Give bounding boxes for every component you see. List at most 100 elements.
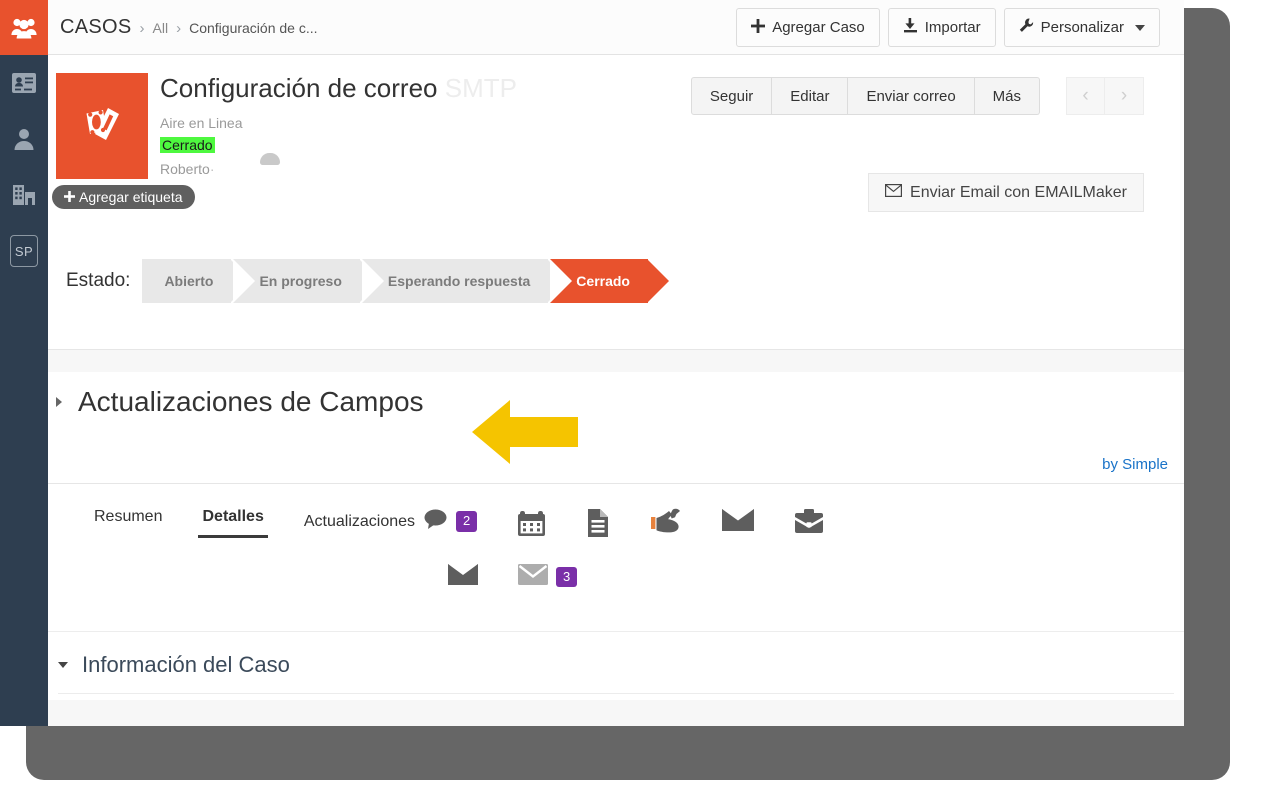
- plus-icon: [64, 189, 75, 205]
- pipeline-label: Estado:: [66, 270, 131, 291]
- next-record-button[interactable]: ›: [1105, 77, 1144, 115]
- import-icon: [903, 18, 918, 37]
- tab-detalles[interactable]: Detalles: [182, 498, 283, 542]
- tab-calendar[interactable]: [497, 498, 566, 559]
- import-label: Importar: [924, 19, 981, 36]
- pipeline-step-abierto[interactable]: Abierto: [142, 259, 253, 303]
- record-owner: Roberto·: [160, 161, 214, 177]
- tab-actualizaciones-label: Actualizaciones: [303, 512, 416, 530]
- service-tools-icon: [650, 508, 682, 541]
- screen: SP CASOS › All › Configuración de c... A…: [0, 0, 1282, 792]
- record-header: Configuración de correo SMTP Aire en Lin…: [48, 55, 1184, 350]
- envelope-dark-icon: [448, 563, 478, 591]
- field-updates-title: Actualizaciones de Campos: [78, 386, 424, 417]
- send-email-button[interactable]: Enviar correo: [848, 77, 975, 115]
- content-area: CASOS › All › Configuración de c... Agre…: [48, 0, 1184, 726]
- breadcrumb-separator: ›: [139, 19, 145, 37]
- top-actions: Agregar Caso Importar Personalizar: [736, 8, 1160, 47]
- envelope-light-badge: 3: [556, 566, 578, 588]
- add-tag-button[interactable]: Agregar etiqueta: [52, 185, 195, 209]
- add-case-button[interactable]: Agregar Caso: [736, 8, 880, 47]
- tab-envelope[interactable]: [702, 498, 774, 553]
- status-badge: Cerrado: [160, 137, 215, 153]
- add-tag-label: Agregar etiqueta: [79, 189, 183, 205]
- pipeline-step-en-progreso[interactable]: En progreso: [233, 259, 382, 303]
- building-icon: [11, 184, 37, 206]
- tab-resumen-label: Resumen: [94, 508, 163, 525]
- field-updates-header[interactable]: Actualizaciones de Campos: [56, 386, 424, 418]
- sidebar-item-leads[interactable]: [0, 111, 48, 167]
- tab-actualizaciones[interactable]: Actualizaciones 2: [284, 498, 497, 551]
- customize-label: Personalizar: [1040, 19, 1124, 36]
- customize-button[interactable]: Personalizar: [1003, 8, 1160, 47]
- sidebar-item-accounts[interactable]: [0, 167, 48, 223]
- case-info-section: Información del Caso: [48, 632, 1184, 700]
- actualizaciones-badge: 2: [456, 511, 478, 532]
- sidebar-item-contacts[interactable]: [0, 55, 48, 111]
- pipeline-step-esperando-respuesta[interactable]: Esperando respuesta: [361, 259, 570, 303]
- more-label: Más: [992, 87, 1021, 105]
- calendar-icon: [517, 508, 546, 543]
- status-pipeline: Estado: Abierto En progreso Esperando re…: [66, 259, 669, 303]
- breadcrumb-current: Configuración de c...: [189, 19, 318, 36]
- group-people-icon: [11, 17, 37, 39]
- tab-row-primary: Resumen Detalles Actualizaciones 2: [48, 484, 1184, 559]
- tab-section: Resumen Detalles Actualizaciones 2 3: [48, 484, 1184, 632]
- by-simple-link[interactable]: by Simple: [1102, 456, 1168, 473]
- tab-resumen[interactable]: Resumen: [74, 498, 182, 542]
- plus-icon: [751, 18, 766, 37]
- record-owner-tail: ·: [209, 161, 215, 177]
- edit-button[interactable]: Editar: [772, 77, 849, 115]
- emailmaker-label: Enviar Email con EMAILMaker: [910, 183, 1127, 201]
- breadcrumb-separator-2: ›: [176, 19, 182, 37]
- sidebar-item-cases[interactable]: [0, 0, 48, 55]
- record-owner-name: Roberto: [160, 161, 210, 177]
- id-card-icon: [11, 72, 37, 94]
- pipeline-steps: Abierto En progreso Esperando respuesta …: [142, 259, 669, 303]
- add-case-label: Agregar Caso: [772, 19, 865, 36]
- breadcrumb-module[interactable]: CASOS: [60, 16, 132, 39]
- envelope-icon: [722, 508, 755, 537]
- send-email-emailmaker-button[interactable]: Enviar Email con EMAILMaker: [868, 173, 1144, 212]
- comment-icon: [423, 508, 448, 535]
- page-title-text: Configuración de correo: [160, 73, 438, 103]
- prev-record-button[interactable]: ‹: [1066, 77, 1105, 115]
- tickets-icon: [78, 100, 126, 153]
- briefcase-icon: [794, 508, 824, 541]
- application-window: SP CASOS › All › Configuración de c... A…: [0, 0, 1184, 726]
- page-title-ghost-text: SMTP: [444, 73, 517, 103]
- record-navigation: ‹ ›: [1066, 77, 1144, 115]
- sp-box-icon: SP: [10, 235, 38, 267]
- case-info-title: Información del Caso: [82, 652, 290, 677]
- tab-service[interactable]: [630, 498, 702, 557]
- record-actions: Seguir Editar Enviar correo Más ‹ ›: [690, 77, 1144, 115]
- chevron-right-icon[interactable]: [56, 397, 62, 407]
- tab-envelope-dark[interactable]: [428, 553, 498, 607]
- wrench-icon: [1019, 18, 1034, 37]
- left-sidebar: SP: [0, 0, 48, 726]
- tab-briefcase[interactable]: [774, 498, 844, 557]
- person-icon: [12, 127, 36, 151]
- top-bar: CASOS › All › Configuración de c... Agre…: [48, 0, 1184, 55]
- annotation-arrow-icon: [472, 400, 578, 464]
- tab-row-secondary: 3: [48, 553, 1184, 607]
- pipeline-step-cerrado[interactable]: Cerrado: [550, 259, 669, 303]
- import-button[interactable]: Importar: [887, 8, 996, 47]
- envelope-light-icon: [518, 563, 548, 591]
- tab-detalles-label: Detalles: [202, 508, 264, 525]
- cursor-artifact: [260, 153, 280, 165]
- more-button[interactable]: Más: [974, 77, 1040, 115]
- tab-envelope-light[interactable]: 3: [498, 553, 597, 607]
- chevron-down-icon: [1135, 24, 1145, 31]
- case-info-header[interactable]: Información del Caso: [58, 652, 290, 678]
- field-updates-panel: Actualizaciones de Campos by Simple: [48, 372, 1184, 484]
- page-title: Configuración de correo SMTP: [160, 73, 517, 104]
- record-account: Aire en Linea: [160, 115, 243, 131]
- tab-document[interactable]: [566, 498, 630, 559]
- divider: [58, 693, 1174, 694]
- breadcrumb-all[interactable]: All: [153, 20, 169, 36]
- chevron-down-icon[interactable]: [58, 662, 68, 668]
- sidebar-item-sp[interactable]: SP: [0, 223, 48, 279]
- document-icon: [586, 508, 610, 543]
- follow-button[interactable]: Seguir: [690, 77, 773, 115]
